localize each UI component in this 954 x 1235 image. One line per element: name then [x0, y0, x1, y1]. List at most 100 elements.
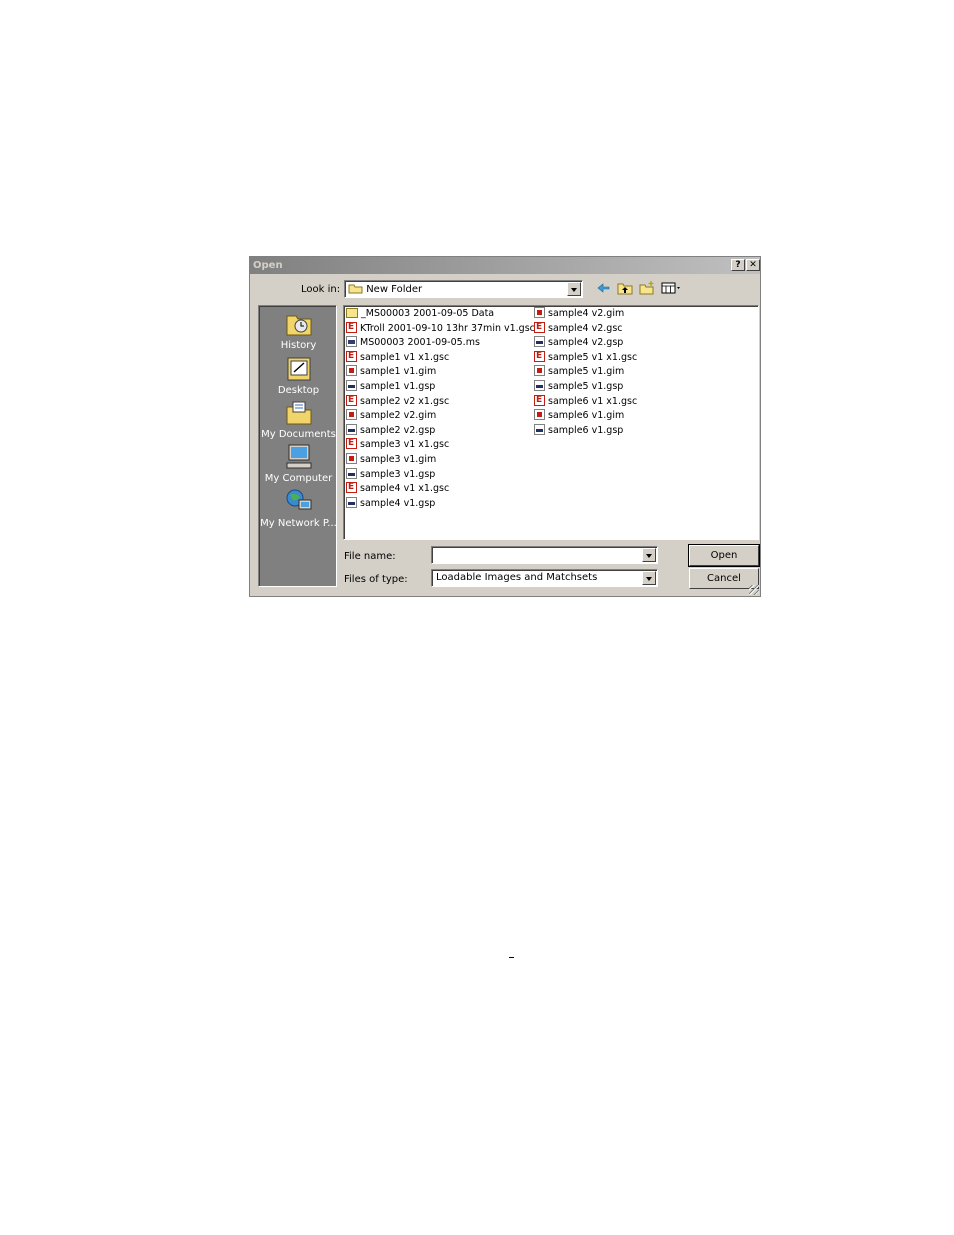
places-item-my-computer[interactable]: My Computer — [259, 443, 338, 484]
file-list-item[interactable]: sample5 v1.gim — [534, 365, 624, 379]
file-name: sample2 v2 x1.gsc — [360, 395, 450, 407]
close-button[interactable]: ✕ — [746, 259, 760, 271]
gim-file-icon — [534, 365, 545, 377]
new-folder-icon[interactable] — [639, 281, 655, 295]
gim-file-icon — [346, 365, 357, 377]
file-list-item[interactable]: sample3 v1.gim — [346, 453, 436, 467]
file-list-item[interactable]: sample4 v1 x1.gsc — [346, 480, 450, 496]
file-name: sample1 v1.gim — [360, 366, 437, 378]
file-name: sample3 v1.gim — [360, 454, 437, 465]
file-list-item[interactable]: sample4 v2.gsc — [534, 320, 623, 336]
file-name-dropdown-arrow-icon[interactable] — [642, 548, 656, 562]
places-item-my-network-places[interactable]: My Network P... — [259, 488, 338, 529]
gsp-file-icon — [346, 380, 357, 391]
gsc-file-icon — [534, 349, 545, 363]
file-list-item[interactable]: sample1 v1.gsp — [346, 380, 435, 394]
file-list-item[interactable]: sample6 v1.gsp — [534, 423, 624, 438]
folder-icon — [346, 308, 358, 318]
gsc-file-icon — [346, 480, 357, 494]
file-name: _MS00003 2001-09-05 Data — [361, 308, 495, 319]
places-item-history[interactable]: History — [259, 310, 338, 351]
file-list-item[interactable]: sample2 v2.gsp — [346, 423, 436, 438]
gim-file-icon — [534, 409, 545, 421]
file-list-item[interactable]: sample4 v2.gsp — [534, 336, 623, 350]
back-arrow-icon[interactable] — [596, 281, 612, 295]
gim-file-icon — [346, 409, 357, 421]
gsp-file-icon — [346, 496, 357, 508]
gsc-file-icon — [346, 393, 357, 407]
file-list-item[interactable]: sample2 v2.gim — [346, 409, 436, 423]
places-item-desktop[interactable]: Desktop — [259, 355, 338, 396]
help-button[interactable]: ? — [731, 259, 745, 271]
file-name: sample4 v2.gsc — [548, 322, 623, 334]
gsp-file-icon — [346, 467, 357, 479]
look-in-dropdown-arrow-icon[interactable] — [567, 282, 581, 296]
places-item-label: My Computer — [264, 473, 333, 484]
file-name: sample6 v1.gsp — [548, 424, 624, 436]
file-list[interactable]: _MS00003 2001-09-05 Data KTroll 2001-09-1… — [343, 305, 759, 540]
gsc-file-icon — [534, 320, 545, 334]
gsc-file-icon — [346, 349, 357, 363]
file-list-item[interactable]: _MS00003 2001-09-05 Data — [346, 307, 494, 321]
my-network-places-icon — [286, 489, 311, 510]
file-list-item[interactable]: sample5 v1.gsp — [534, 380, 623, 394]
file-name: sample1 v1.gsp — [360, 381, 436, 392]
places-item-label: My Documents — [261, 429, 336, 440]
desktop-icon — [287, 357, 310, 381]
file-list-item[interactable]: sample6 v1.gim — [534, 409, 624, 423]
file-name-input[interactable] — [431, 546, 658, 564]
file-name: sample4 v1.gsp — [360, 497, 436, 509]
look-in-dropdown[interactable]: New Folder — [344, 280, 583, 298]
view-menu-icon[interactable] — [661, 281, 683, 295]
file-list-item[interactable]: MS00003 2001-09-05.ms — [346, 336, 480, 350]
places-item-my-documents[interactable]: My Documents — [259, 399, 338, 440]
file-list-item[interactable]: sample1 v1.gim — [346, 365, 436, 379]
places-item-label: Desktop — [277, 385, 320, 396]
gim-file-icon — [346, 453, 357, 464]
file-list-item[interactable]: sample1 v1 x1.gsc — [346, 349, 449, 365]
file-list-item[interactable]: sample4 v1.gsp — [346, 496, 436, 511]
my-computer-icon — [286, 444, 311, 469]
files-of-type-value: Loadable Images and Matchsets — [436, 572, 598, 583]
my-documents-icon — [286, 401, 311, 425]
open-button[interactable]: Open — [688, 544, 760, 567]
gsc-file-icon — [346, 436, 357, 450]
file-list-item[interactable]: sample5 v1 x1.gsc — [534, 349, 638, 365]
file-name: sample5 v1.gim — [548, 366, 625, 378]
file-list-item[interactable]: sample3 v1.gsp — [346, 467, 436, 482]
title-bar: Open ? ✕ — [250, 257, 760, 274]
file-name: sample3 v1.gsp — [360, 468, 436, 480]
files-of-type-dropdown[interactable]: Loadable Images and Matchsets — [431, 569, 658, 587]
file-list-item[interactable]: sample3 v1 x1.gsc — [346, 436, 450, 452]
file-name: sample2 v2.gim — [360, 410, 437, 422]
resize-grip-icon[interactable] — [749, 585, 759, 595]
file-name: sample5 v1 x1.gsc — [548, 351, 638, 363]
places-item-label: My Network P... — [260, 518, 337, 529]
file-name: sample4 v1 x1.gsc — [360, 483, 450, 495]
file-name: sample6 v1 x1.gsc — [548, 395, 638, 407]
file-name: MS00003 2001-09-05.ms — [360, 337, 480, 349]
file-name-label: File name: — [344, 551, 396, 562]
file-name: sample2 v2.gsp — [360, 424, 436, 436]
file-name: KTroll 2001-09-10 13hr 37min v1.gsc — [360, 322, 535, 334]
divider — [509, 957, 514, 958]
history-icon — [286, 315, 311, 336]
look-in-value: New Folder — [366, 284, 423, 295]
gsc-file-icon — [534, 393, 545, 407]
file-name: sample3 v1 x1.gsc — [360, 439, 450, 451]
file-list-item[interactable]: KTroll 2001-09-10 13hr 37min v1.gsc — [346, 320, 535, 336]
up-folder-icon[interactable] — [617, 281, 633, 295]
file-name: sample5 v1.gsp — [548, 381, 624, 392]
places-item-label: History — [280, 340, 317, 351]
gsp-file-icon — [346, 423, 357, 435]
file-name: sample6 v1.gim — [548, 410, 625, 422]
gsp-file-icon — [534, 423, 545, 435]
look-in-label: Look in: — [301, 284, 341, 295]
file-list-item[interactable]: sample6 v1 x1.gsc — [534, 393, 638, 409]
file-list-item[interactable]: sample4 v2.gim — [534, 307, 624, 321]
file-name: sample4 v2.gim — [548, 308, 625, 319]
files-of-type-dropdown-arrow-icon[interactable] — [642, 571, 656, 585]
gsc-file-icon — [346, 320, 357, 334]
file-list-item[interactable]: sample2 v2 x1.gsc — [346, 393, 450, 409]
folder-icon — [348, 284, 363, 294]
